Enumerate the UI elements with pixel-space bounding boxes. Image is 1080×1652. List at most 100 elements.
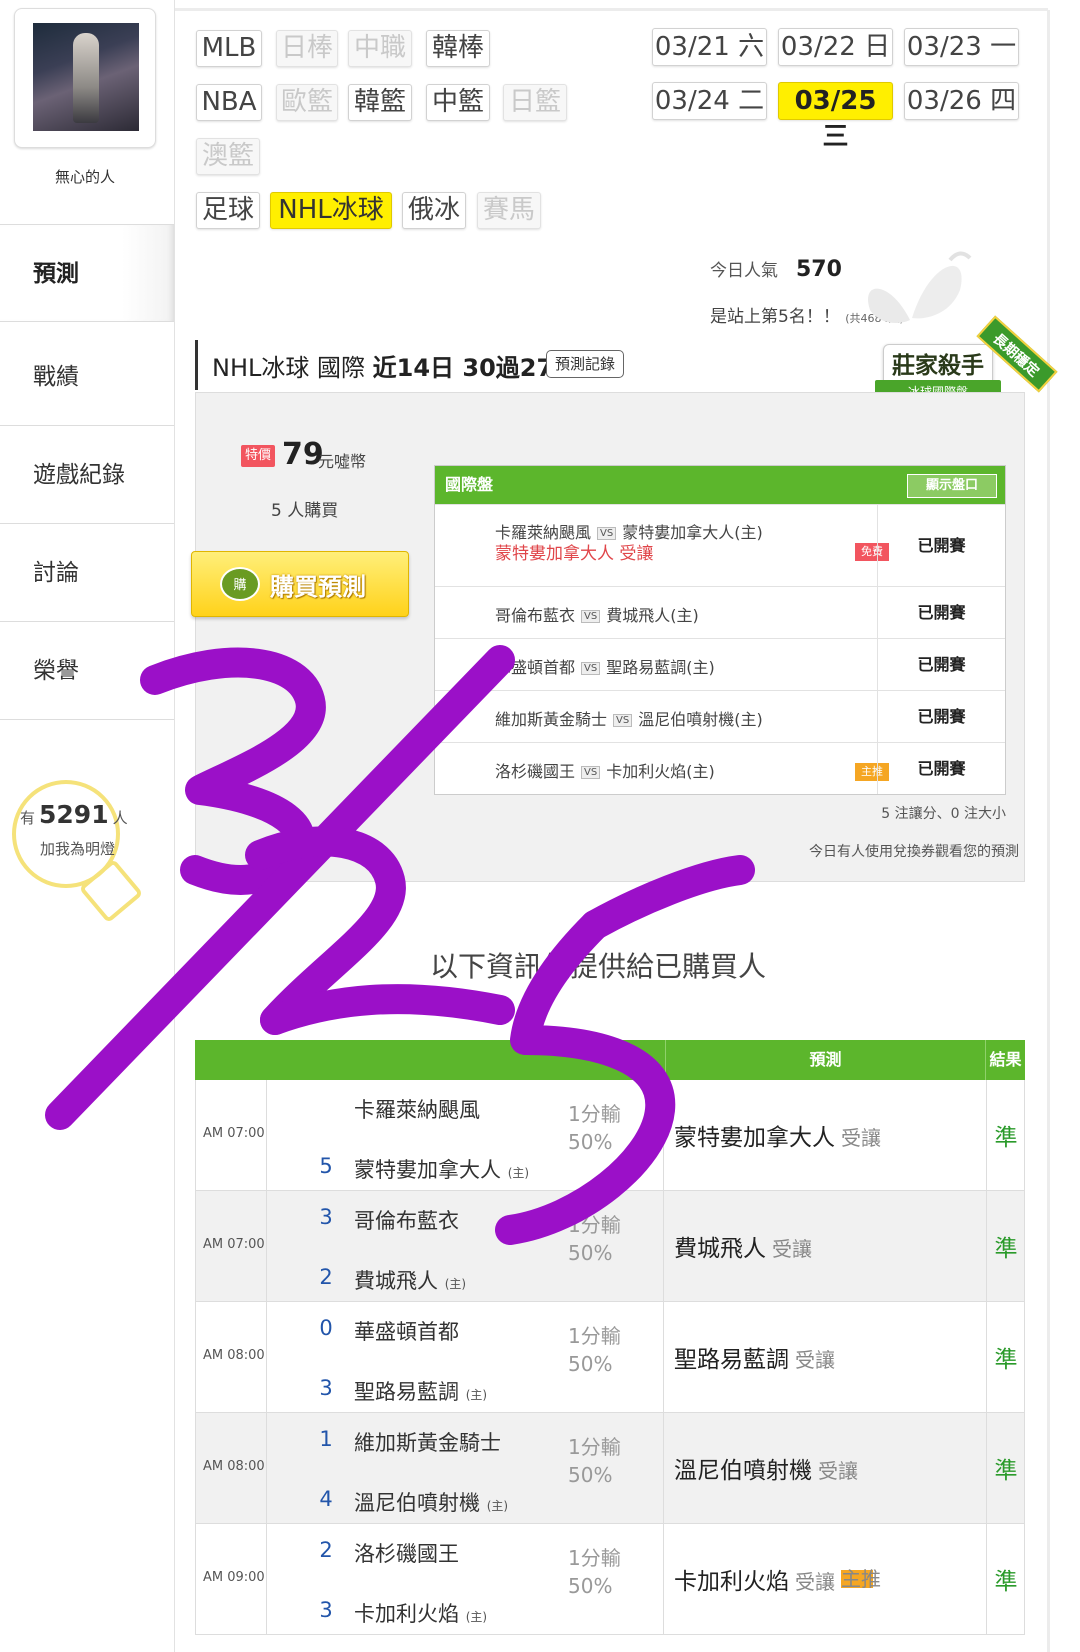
buy-prediction-label: 購買預測	[270, 573, 366, 601]
game-time: AM 08:00	[203, 1348, 265, 1363]
games-row[interactable]: 卡羅萊納颶風 VS 蒙特婁加拿大人(主) 蒙特婁加拿大人 受讓 免費 已開賽	[435, 504, 1005, 586]
nav-item-predict[interactable]: 預測	[0, 224, 174, 322]
home-team: 卡加利火焰	[354, 1602, 459, 1626]
away-score: 3	[319, 1205, 333, 1229]
sport-tab-6[interactable]: 韓籃	[348, 84, 412, 121]
home-team: 蒙特婁加拿大人	[354, 1158, 501, 1182]
home-score: 3	[319, 1376, 333, 1400]
date-tab-0[interactable]: 03/21 六	[652, 28, 767, 66]
game-time: AM 07:00	[203, 1126, 265, 1141]
vs-icon: VS	[581, 610, 601, 623]
games-row[interactable]: 哥倫布藍衣 VS 費城飛人(主) 已開賽	[435, 586, 1005, 638]
voucher-note: 今日有人使用兌換券觀看您的預測	[809, 844, 1019, 860]
result-row: AM 07:00 卡羅萊納颶風 5 蒙特婁加拿大人 (主) 1分輸 50% 蒙特婁加拿大人受…	[195, 1080, 1025, 1191]
fan-count: 有 5291 人	[20, 800, 128, 829]
butterfly-watermark-icon	[868, 251, 972, 323]
away-score: 1	[319, 1427, 333, 1451]
username[interactable]: 無心的人	[0, 166, 170, 187]
avatar-card[interactable]	[14, 8, 156, 148]
sport-tab-10[interactable]: 足球	[196, 192, 260, 229]
follow-lightbulb[interactable]: 有 5291 人 加我為明燈	[12, 780, 144, 930]
result-mark: 準	[994, 1236, 1018, 1262]
predicted-team: 聖路易藍調	[674, 1347, 789, 1373]
prediction-header: NHL冰球 國際 近14日 30過27 預測記錄	[195, 340, 955, 390]
date-tab-4[interactable]: 03/25 三	[778, 82, 893, 152]
prediction-history-button[interactable]: 預測記錄	[546, 350, 625, 378]
result-row: AM 09:00 2 洛杉磯國王 3 卡加利火焰 (主) 1分輸 50% 卡加利火焰 受讓 主推準	[195, 1524, 1025, 1635]
home-team: 溫尼伯噴射機(主)	[638, 710, 763, 729]
sport-tab-5[interactable]: 歐籃	[276, 84, 338, 121]
pick-type: 受讓	[841, 1126, 881, 1150]
prediction-cell: 費城飛人 受讓	[674, 1229, 812, 1263]
prediction-cell: 聖路易藍調 受讓	[674, 1340, 835, 1374]
game-time: AM 08:00	[203, 1459, 265, 1474]
nav-item-game-log[interactable]: 遊戲紀錄	[0, 426, 174, 524]
away-team: 洛杉磯國王	[495, 762, 576, 781]
buy-prediction-button[interactable]: 購 購買預測	[191, 551, 409, 617]
date-tab-2[interactable]: 03/23 一	[904, 28, 1019, 66]
home-team: 溫尼伯噴射機	[354, 1491, 480, 1515]
game-status: 已開賽	[877, 743, 1005, 794]
popularity-today: 今日人氣 570	[710, 257, 842, 282]
results-table: 預測 結果 AM 07:00 卡羅萊納颶風 5 蒙特婁加拿大人 (主) 1分輸 50% 蒙特…	[195, 1040, 1025, 1652]
sport-tab-1[interactable]: 日棒	[276, 30, 338, 67]
handicap-line: 1分輸 50%	[568, 1546, 621, 1598]
nav-item-discussion[interactable]: 討論	[0, 524, 174, 622]
game-time: AM 07:00	[203, 1237, 265, 1252]
date-tab-1[interactable]: 03/22 日	[778, 28, 893, 66]
away-team: 哥倫布藍衣	[495, 606, 576, 625]
show-odds-button[interactable]: 顯示盤口	[907, 474, 997, 498]
away-team: 維加斯黃金騎士	[354, 1431, 501, 1455]
home-team: 費城飛人(主)	[606, 606, 699, 625]
sport-tab-8[interactable]: 日籃	[503, 84, 567, 121]
sport-tab-12[interactable]: 俄冰	[402, 192, 466, 229]
games-box: 國際盤 顯示盤口 卡羅萊納颶風 VS 蒙特婁加拿大人(主) 蒙特婁加拿大人 受讓 免費已…	[434, 465, 1006, 795]
left-sidebar: 無心的人 預測 戰績 遊戲紀錄 討論 榮譽 有 5291 人 加我為明燈	[0, 0, 175, 1652]
date-tab-3[interactable]: 03/24 二	[652, 82, 767, 120]
predicted-team: 溫尼伯噴射機	[674, 1458, 812, 1484]
vs-icon: VS	[613, 714, 633, 727]
games-row[interactable]: 洛杉磯國王 VS 卡加利火焰(主) 主推 已開賽	[435, 742, 1005, 794]
match-teams: 維加斯黃金騎士 VS 溫尼伯噴射機(主)	[495, 706, 763, 730]
predicted-team: 費城飛人	[674, 1236, 766, 1262]
home-score: 4	[319, 1487, 333, 1511]
away-team: 卡羅萊納颶風	[354, 1098, 480, 1122]
handicap-line: 1分輸 50%	[568, 1213, 621, 1265]
prediction-cell: 溫尼伯噴射機 受讓	[674, 1451, 858, 1485]
nav-item-honor[interactable]: 榮譽	[0, 622, 174, 720]
sport-tab-13[interactable]: 賽馬	[477, 192, 541, 229]
sport-tab-2[interactable]: 中職	[348, 30, 412, 67]
handicap-line: 1分輸 50%	[568, 1435, 621, 1487]
pick-type: 受讓	[818, 1459, 858, 1483]
sport-tab-7[interactable]: 中籃	[426, 84, 490, 121]
result-mark: 準	[994, 1347, 1018, 1373]
games-row[interactable]: 華盛頓首都 VS 聖路易藍調(主) 已開賽	[435, 638, 1005, 690]
sport-tab-3[interactable]: 韓棒	[426, 30, 490, 67]
pick-type: 受讓	[795, 1570, 835, 1594]
results-table-header: 預測 結果	[195, 1040, 1025, 1080]
avatar[interactable]	[33, 23, 139, 131]
away-team: 哥倫布藍衣	[354, 1209, 459, 1233]
nav-item-record[interactable]: 戰績	[0, 328, 174, 426]
vs-icon: VS	[581, 662, 601, 675]
match-teams: 哥倫布藍衣 VS 費城飛人(主)	[495, 602, 699, 626]
home-score: 2	[319, 1265, 333, 1289]
result-row: AM 08:00 0 華盛頓首都 3 聖路易藍調 (主) 1分輸 50% 聖路易藍調 受讓準	[195, 1302, 1025, 1413]
home-mark: (主)	[465, 1388, 488, 1402]
follow-link[interactable]: 加我為明燈	[40, 838, 115, 859]
pick-type: 受讓	[795, 1348, 835, 1372]
special-price-tag: 特價	[241, 445, 275, 467]
price-unit: 元噓幣	[318, 452, 367, 471]
sport-tab-4[interactable]: NBA	[196, 84, 262, 121]
home-score: 5	[319, 1154, 333, 1178]
home-team-cell: 溫尼伯噴射機 (主)	[354, 1487, 508, 1517]
games-row[interactable]: 維加斯黃金騎士 VS 溫尼伯噴射機(主) 已開賽	[435, 690, 1005, 742]
sport-tab-0[interactable]: MLB	[196, 30, 262, 67]
away-score: 2	[319, 1538, 333, 1562]
result-mark: 準	[994, 1125, 1018, 1151]
result-row: AM 07:00 3 哥倫布藍衣 2 費城飛人 (主) 1分輸 50% 費城飛人 受讓準	[195, 1191, 1025, 1302]
date-tab-5[interactable]: 03/26 四	[904, 82, 1019, 120]
games-box-title: 國際盤 顯示盤口	[435, 466, 1005, 504]
sport-tab-9[interactable]: 澳籃	[196, 138, 260, 175]
sport-tab-11[interactable]: NHL冰球	[270, 192, 392, 229]
